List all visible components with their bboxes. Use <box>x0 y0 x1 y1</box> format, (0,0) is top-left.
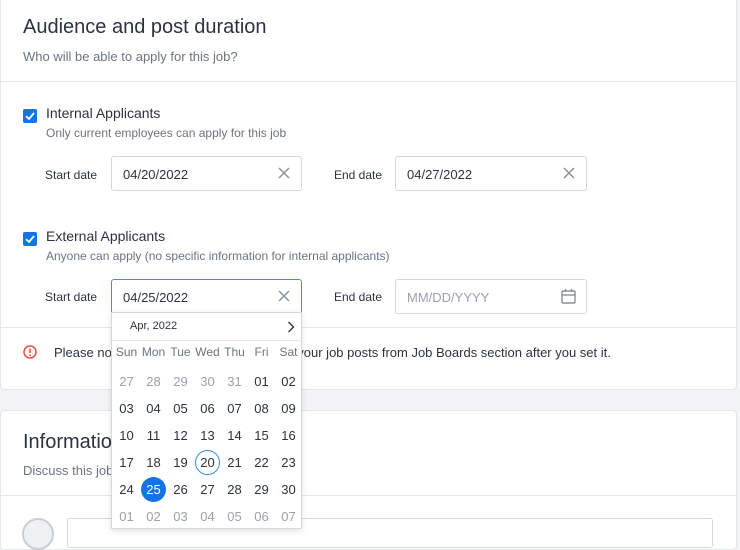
chevron-right-icon[interactable] <box>286 321 296 333</box>
calendar-day[interactable]: 31 <box>221 371 248 393</box>
calendar-day[interactable]: 12 <box>167 425 194 447</box>
external-start-date-label: Start date <box>45 290 98 304</box>
calendar-day[interactable]: 07 <box>275 506 302 528</box>
calendar-day[interactable]: 20 <box>194 450 221 475</box>
calendar-day[interactable]: 06 <box>248 506 275 528</box>
weekday-header: Sat <box>279 345 298 359</box>
internal-end-date-input[interactable]: 04/27/2022 <box>395 156 587 191</box>
calendar-day[interactable]: 27 <box>113 371 140 393</box>
calendar-day[interactable]: 08 <box>248 398 275 420</box>
calendar-day[interactable]: 27 <box>194 479 221 501</box>
clear-icon[interactable] <box>562 166 576 180</box>
section-title: Audience and post duration <box>23 16 267 38</box>
weekday-header: Wed <box>195 345 220 359</box>
calendar-icon[interactable] <box>561 288 576 304</box>
warning-icon <box>23 345 37 359</box>
calendar-day[interactable]: 06 <box>194 398 221 420</box>
calendar-day[interactable]: 11 <box>140 425 167 447</box>
calendar-day[interactable]: 25 <box>140 477 167 502</box>
external-applicants-hint: Anyone can apply (no specific informatio… <box>46 249 390 263</box>
internal-start-date-input[interactable]: 04/20/2022 <box>111 156 302 191</box>
external-start-date-input[interactable]: 04/25/2022 <box>111 279 302 314</box>
avatar <box>22 518 54 550</box>
clear-icon[interactable] <box>277 166 291 180</box>
calendar-day[interactable]: 03 <box>167 506 194 528</box>
check-icon <box>25 112 35 121</box>
weekday-header: Thu <box>224 345 245 359</box>
external-end-date-placeholder: MM/DD/YYYY <box>407 290 490 305</box>
external-start-date-value: 04/25/2022 <box>123 290 189 305</box>
internal-applicants-label: Internal Applicants <box>46 105 161 121</box>
calendar-day[interactable]: 01 <box>113 506 140 528</box>
internal-applicants-hint: Only current employees can apply for thi… <box>46 126 287 140</box>
date-picker: Apr, 2022 Sun Mon Tue Wed Thu Fri Sat 27 28 29 30… <box>111 312 302 529</box>
external-applicants-label: External Applicants <box>46 228 166 244</box>
calendar-day[interactable]: 28 <box>221 479 248 501</box>
section-subtitle: Who will be able to apply for this job? <box>23 49 238 64</box>
calendar-day[interactable]: 03 <box>113 398 140 420</box>
internal-applicants-checkbox[interactable] <box>23 109 37 123</box>
weekday-header: Sun <box>115 345 138 359</box>
calendar-day[interactable]: 30 <box>275 479 302 501</box>
internal-start-date-value: 04/20/2022 <box>123 167 189 182</box>
notice-text-start: Please no <box>54 345 112 360</box>
calendar-day[interactable]: 15 <box>248 425 275 447</box>
date-picker-month-label: Apr, 2022 <box>130 320 178 332</box>
weekday-header: Fri <box>254 345 269 359</box>
calendar-day[interactable]: 19 <box>167 452 194 474</box>
section-subtitle: Discuss this job <box>23 463 114 478</box>
calendar-day[interactable]: 26 <box>167 479 194 501</box>
calendar-day[interactable]: 17 <box>113 452 140 474</box>
calendar-day[interactable]: 05 <box>221 506 248 528</box>
calendar-day[interactable]: 02 <box>275 371 302 393</box>
calendar-day[interactable]: 23 <box>275 452 302 474</box>
notice-text-end: of your job posts from Job Boards sectio… <box>282 345 611 360</box>
calendar-day[interactable]: 09 <box>275 398 302 420</box>
calendar-day[interactable]: 13 <box>194 425 221 447</box>
external-end-date-input[interactable]: MM/DD/YYYY <box>395 279 587 314</box>
internal-end-date-value: 04/27/2022 <box>407 167 473 182</box>
calendar-day[interactable]: 02 <box>140 506 167 528</box>
calendar-day[interactable]: 04 <box>140 398 167 420</box>
calendar-day[interactable]: 29 <box>248 479 275 501</box>
calendar-day[interactable]: 28 <box>140 371 167 393</box>
internal-start-date-label: Start date <box>45 168 98 182</box>
external-applicants-checkbox[interactable] <box>23 232 37 246</box>
weekday-header: Mon <box>141 345 166 359</box>
calendar-day[interactable]: 10 <box>113 425 140 447</box>
divider <box>1 81 736 82</box>
calendar-day[interactable]: 16 <box>275 425 302 447</box>
weekday-header: Tue <box>170 345 191 359</box>
calendar-day[interactable]: 01 <box>248 371 275 393</box>
calendar-day[interactable]: 07 <box>221 398 248 420</box>
calendar-day[interactable]: 22 <box>248 452 275 474</box>
calendar-day[interactable]: 14 <box>221 425 248 447</box>
internal-end-date-label: End date <box>334 168 383 182</box>
calendar-day[interactable]: 04 <box>194 506 221 528</box>
calendar-day[interactable]: 18 <box>140 452 167 474</box>
clear-icon[interactable] <box>277 289 291 303</box>
check-icon <box>25 235 35 244</box>
calendar-day[interactable]: 29 <box>167 371 194 393</box>
calendar-day[interactable]: 05 <box>167 398 194 420</box>
calendar-day[interactable]: 21 <box>221 452 248 474</box>
external-end-date-label: End date <box>334 290 383 304</box>
calendar-day[interactable]: 24 <box>113 479 140 501</box>
calendar-day[interactable]: 30 <box>194 371 221 393</box>
divider <box>112 340 301 341</box>
section-title: Informatio <box>23 431 112 453</box>
